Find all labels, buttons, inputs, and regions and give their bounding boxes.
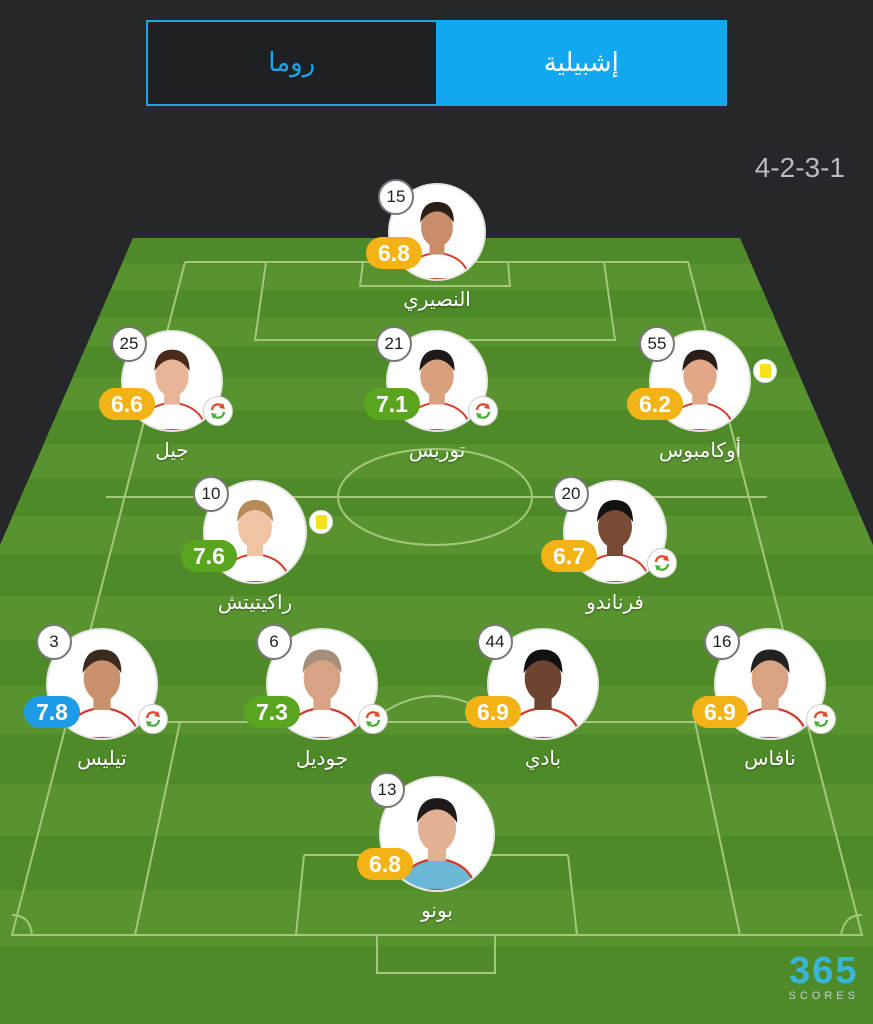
player-card[interactable]: 20 6.7 فرناندو <box>530 476 700 614</box>
player-name: بادي <box>524 746 562 770</box>
player-rating-badge: 6.2 <box>627 388 683 420</box>
player-rating-badge: 6.7 <box>541 540 597 572</box>
team-tabs: روما إشبيلية <box>146 20 727 106</box>
player-number-badge: 6 <box>256 624 292 660</box>
player-name: النصيري <box>403 287 471 311</box>
player-card[interactable]: 44 6.9 بادي <box>458 624 628 770</box>
player-photo-wrap: 6 7.3 <box>244 624 388 740</box>
player-card[interactable]: 3 7.8 تيليس <box>17 624 187 770</box>
player-number-badge: 44 <box>477 624 513 660</box>
player-rating-badge: 6.8 <box>357 848 413 880</box>
substitution-icon <box>203 396 233 426</box>
player-photo-wrap: 21 7.1 <box>364 326 498 432</box>
player-photo-wrap: 10 7.6 <box>181 476 333 584</box>
player-rating-badge: 7.3 <box>244 696 300 728</box>
player-card[interactable]: 13 6.8 بونو <box>352 772 522 922</box>
player-photo-wrap: 16 6.9 <box>692 624 836 740</box>
player-rating-badge: 6.9 <box>692 696 748 728</box>
player-photo-wrap: 25 6.6 <box>99 326 233 432</box>
substitution-icon <box>806 704 836 734</box>
player-photo-wrap: 13 6.8 <box>357 772 495 892</box>
logo-main-text: 365 <box>789 950 859 992</box>
player-name: تيليس <box>77 746 127 770</box>
player-card[interactable]: 25 6.6 جيل <box>87 326 257 462</box>
player-photo-wrap: 55 6.2 <box>627 326 777 432</box>
player-number-badge: 21 <box>376 326 412 362</box>
player-name: نافاس <box>744 746 796 770</box>
player-name: جوديل <box>295 746 349 770</box>
substitution-icon <box>647 548 677 578</box>
player-rating-badge: 6.8 <box>366 237 422 269</box>
substitution-icon <box>138 704 168 734</box>
player-name: فرناندو <box>586 590 644 614</box>
player-name: بونو <box>421 898 453 922</box>
player-name: توريس <box>408 438 466 462</box>
substitution-icon <box>358 704 388 734</box>
player-card[interactable]: 55 6.2 أوكامبوس <box>615 326 785 462</box>
player-number-badge: 20 <box>553 476 589 512</box>
player-card[interactable]: 15 6.8 النصيري <box>352 179 522 311</box>
player-photo-wrap: 20 6.7 <box>541 476 677 584</box>
player-number-badge: 15 <box>378 179 414 215</box>
player-number-badge: 13 <box>369 772 405 808</box>
player-rating-badge: 7.8 <box>24 696 80 728</box>
player-number-badge: 16 <box>704 624 740 660</box>
player-card[interactable]: 10 7.6 راكيتيتش <box>170 476 340 614</box>
player-rating-badge: 6.9 <box>465 696 521 728</box>
player-number-badge: 55 <box>639 326 675 362</box>
tab-sevilla[interactable]: إشبيلية <box>435 20 727 106</box>
yellow-card-icon <box>753 359 777 383</box>
player-number-badge: 3 <box>36 624 72 660</box>
player-card[interactable]: 6 7.3 جوديل <box>237 624 407 770</box>
tab-roma[interactable]: روما <box>146 20 436 106</box>
substitution-icon <box>468 396 498 426</box>
player-rating-badge: 6.6 <box>99 388 155 420</box>
player-card[interactable]: 21 7.1 توريس <box>352 326 522 462</box>
player-rating-badge: 7.1 <box>364 388 420 420</box>
yellow-card-icon <box>309 510 333 534</box>
player-photo-wrap: 3 7.8 <box>24 624 168 740</box>
player-name: جيل <box>155 438 189 462</box>
player-number-badge: 25 <box>111 326 147 362</box>
365scores-logo: 365 SCORES <box>789 952 859 1002</box>
player-number-badge: 10 <box>193 476 229 512</box>
formation-label: 4-2-3-1 <box>754 152 845 183</box>
player-photo-wrap: 44 6.9 <box>465 624 599 740</box>
player-name: راكيتيتش <box>217 590 293 614</box>
logo-sub-text: SCORES <box>788 990 859 1002</box>
player-photo-wrap: 15 6.8 <box>366 179 486 281</box>
player-name: أوكامبوس <box>658 438 742 462</box>
player-card[interactable]: 16 6.9 نافاس <box>685 624 855 770</box>
player-rating-badge: 7.6 <box>181 540 237 572</box>
